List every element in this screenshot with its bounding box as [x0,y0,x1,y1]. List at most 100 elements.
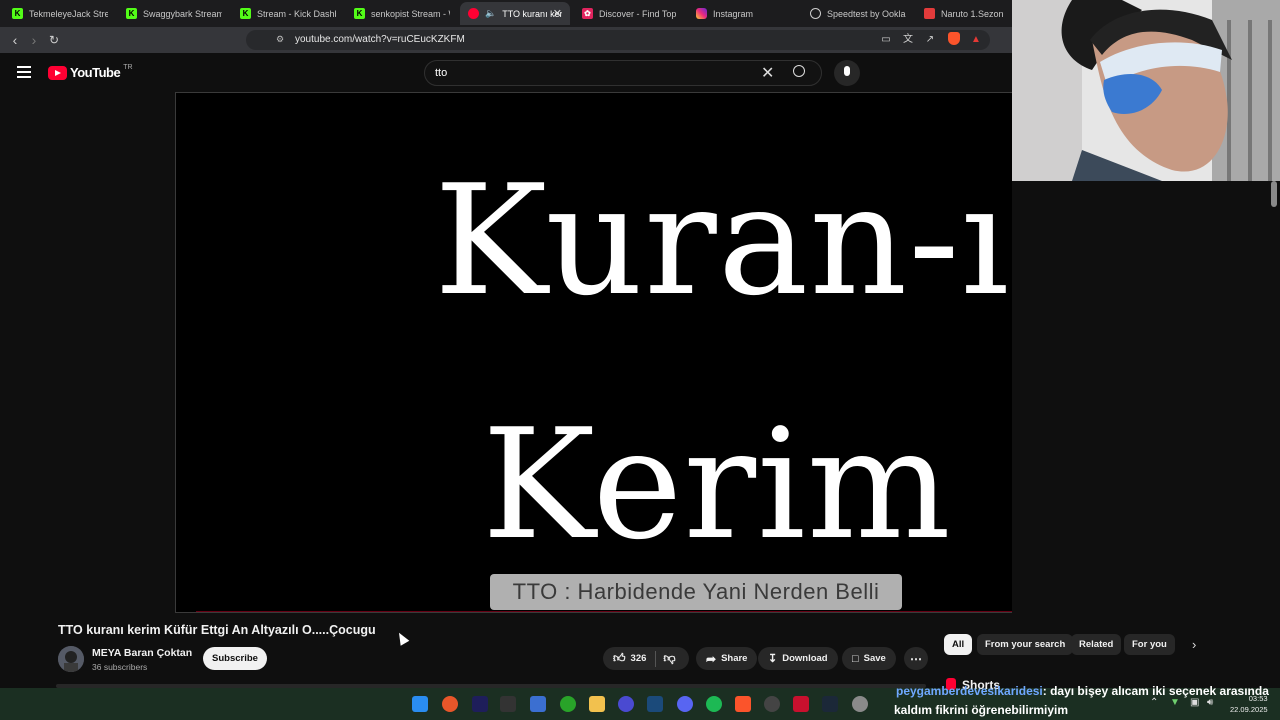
video-text-line2: Kerim [482,396,952,573]
stream-chat-line1: peygamberdevesikaridesi: dayı bişey alıc… [896,684,1269,698]
app-icon[interactable] [618,696,634,712]
system-clock[interactable]: 03:53 22.09.2025 [1230,693,1268,715]
close-tab-icon[interactable]: ✕ [553,7,562,20]
steam-icon[interactable] [822,696,838,712]
discord-icon[interactable] [677,696,693,712]
chip-for-you[interactable]: For you [1124,634,1175,655]
channel-name[interactable]: MEYA Baran Çoktan [92,647,192,659]
share-icon: ➦ [706,651,717,666]
audio-playing-icon: 🔈 [485,8,497,18]
app-icon[interactable] [793,696,809,712]
brave-rewards-icon[interactable]: ▲ [968,32,984,48]
like-dislike-group: 👍︎ 326 👎︎ [603,647,689,670]
tab-0[interactable]: K TekmeleyeJack Stream [4,2,116,25]
obs-icon[interactable] [764,696,780,712]
site-info-icon[interactable]: ⚙ [276,34,284,45]
logo-text: YouTube [70,65,121,80]
more-icon: ⋯ [910,651,922,666]
tab-title: Swaggybark Stream - ’ [143,8,222,19]
tab-7[interactable]: Speedtest by Ookla - T [802,2,914,25]
like-count[interactable]: 326 [631,653,647,664]
video-subtitle: TTO : Harbidende Yani Nerden Belli [490,574,902,610]
page-scrollbar[interactable] [1271,181,1277,207]
file-explorer-icon[interactable] [589,696,605,712]
start-menu-icon[interactable] [412,696,428,712]
video-title: TTO kuranı kerim Küfür Ettgi An Altyazıl… [58,623,376,637]
clock-time: 03:53 [1248,694,1268,703]
progress-bar[interactable] [196,611,1012,612]
mouse-cursor-icon [394,630,410,646]
webcam-person-image [1012,0,1280,181]
description-box-edge [56,684,926,688]
kick-icon: K [354,8,365,19]
youtube-header: YouTube TR tto ✕ [0,53,1012,92]
app-icon[interactable] [442,696,458,712]
forward-icon[interactable]: › [26,32,42,48]
download-button[interactable]: ↧ Download [758,647,838,670]
chip-from-your-search[interactable]: From your search [977,634,1074,655]
divider [655,650,657,667]
spotify-icon[interactable] [706,696,722,712]
tab-8[interactable]: Naruto 1.Sezon 14.Bo [916,2,1012,25]
volume-icon[interactable]: 🔊︎ [1207,697,1213,708]
save-button[interactable]: □ Save [842,647,896,670]
video-player[interactable]: Kuran-ı Kerim TTO : Harbidende Yani Nerd… [175,92,1013,613]
back-icon[interactable]: ‹ [7,32,23,48]
search-input[interactable]: tto ✕ [424,60,822,86]
youtube-logo[interactable]: YouTube TR [48,64,133,80]
url-text[interactable]: youtube.com/watch?v=ruCEucKZKFM [295,34,465,45]
chevron-right-icon[interactable]: › [1192,637,1196,652]
chip-all[interactable]: All [944,634,973,655]
clear-search-icon[interactable]: ✕ [761,63,774,83]
premiere-icon[interactable] [472,696,488,712]
tab-1[interactable]: K Swaggybark Stream - ’ [118,2,230,25]
webcam-overlay [1012,0,1280,181]
search-value[interactable]: tto [435,67,447,79]
tab-5[interactable]: ✿ Discover - Find Top Ble [574,2,686,25]
stream-chat-line2: kaldım fikrini öğrenebilirmiyim [894,703,1069,717]
youtube-play-icon [48,65,67,80]
translate-icon[interactable]: 文 [900,32,916,48]
channel-avatar[interactable] [58,646,84,672]
subscribe-button[interactable]: Subscribe [203,647,267,670]
network-icon[interactable]: ▣ [1190,697,1199,708]
share-page-icon[interactable]: ↗ [922,32,938,48]
settings-icon[interactable] [852,696,868,712]
share-button[interactable]: ➦ Share [696,647,758,670]
reload-icon[interactable]: ↻ [46,32,62,48]
tab-active-youtube[interactable]: 🔈 TTO kuranı ker ✕ [460,2,570,25]
brave-icon[interactable] [735,696,751,712]
xbox-icon[interactable] [560,696,576,712]
tab-title: Stream - Kick Dashbo [257,8,336,19]
search-icon[interactable] [793,65,805,77]
dislike-icon[interactable]: 👎︎ [663,651,675,666]
video-text-line1: Kuran-ı [434,152,1011,329]
clock-date: 22.09.2025 [1230,705,1268,714]
tab-2[interactable]: K Stream - Kick Dashbo [232,2,344,25]
save-icon: □ [852,652,859,665]
app-icon[interactable] [530,696,546,712]
tab-3[interactable]: K senkopist Stream - Wa [346,2,458,25]
download-icon: ↧ [768,653,778,665]
tab-title: Discover - Find Top Ble [599,8,678,19]
tab-6[interactable]: Instagram [688,2,800,25]
menu-icon[interactable] [17,66,31,78]
speedtest-icon [810,8,821,19]
tab-title: Naruto 1.Sezon 14.Bo [941,8,1004,19]
voice-search-button[interactable] [834,60,860,86]
subscriber-count: 36 subscribers [92,662,148,672]
like-icon[interactable]: 👍︎ [613,651,626,666]
tab-title: senkopist Stream - Wa [371,8,450,19]
cast-icon[interactable]: ▭ [878,32,894,48]
media-icon [924,8,935,19]
tray-app-icon[interactable]: ▼ [1170,697,1180,708]
kick-icon: K [126,8,137,19]
more-actions-button[interactable]: ⋯ [904,647,928,670]
brave-shield-icon[interactable] [946,32,962,48]
tray-expand-icon[interactable]: ⌃ [1150,697,1158,708]
steam-icon[interactable] [647,696,663,712]
browser-toolbar: ‹ › ↻ ☐ ⚙ youtube.com/watch?v=ruCEucKZKF… [0,27,1012,53]
epic-games-icon[interactable] [500,696,516,712]
youtube-icon [468,8,479,19]
chip-related[interactable]: Related [1071,634,1122,655]
